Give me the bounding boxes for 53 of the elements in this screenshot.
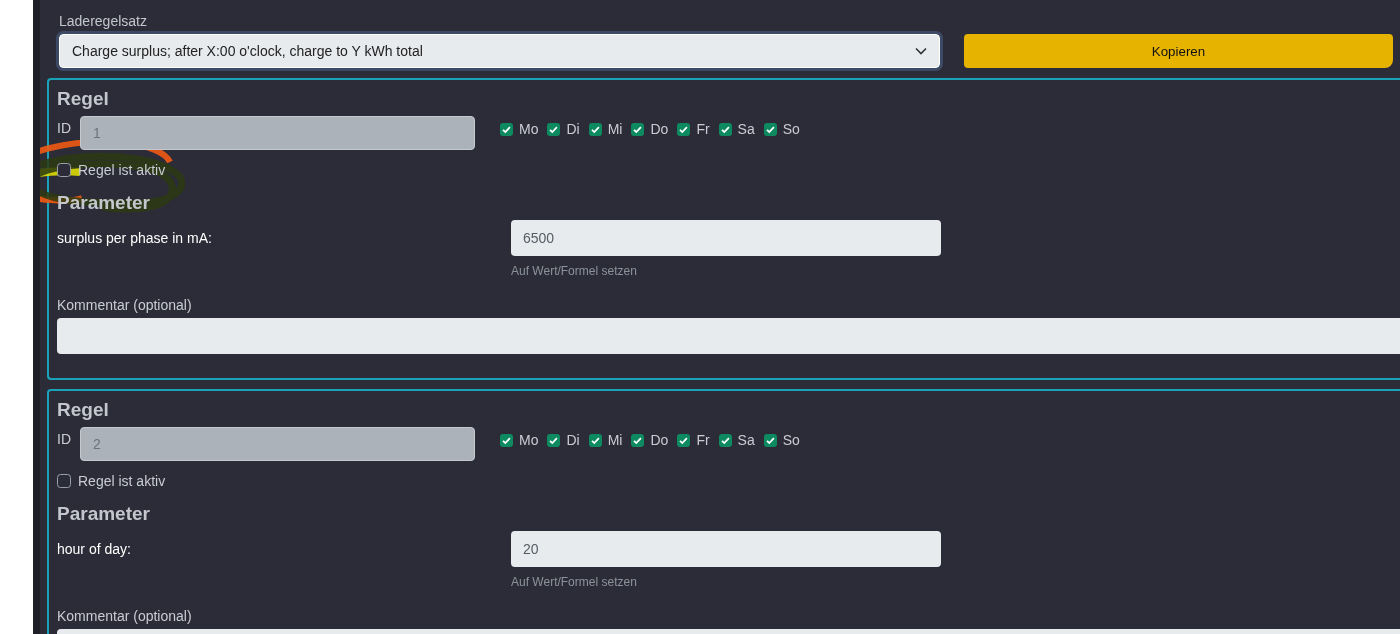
checkbox[interactable] bbox=[57, 163, 71, 177]
id-label: ID bbox=[57, 431, 72, 447]
chevron-icon bbox=[915, 47, 927, 55]
copy-button[interactable]: Kopieren bbox=[964, 34, 1393, 68]
active-label: Regel ist aktiv bbox=[78, 162, 166, 178]
checkbox[interactable] bbox=[677, 433, 691, 447]
parameter-field[interactable]: 20 bbox=[511, 531, 941, 567]
hint-link[interactable]: Auf Wert/Formel setzen bbox=[511, 575, 637, 589]
parameter-label: surplus per phase in mA: bbox=[57, 230, 213, 246]
day-label: Do bbox=[650, 432, 669, 448]
day-label: Mo bbox=[519, 121, 539, 137]
day-label: Mo bbox=[519, 432, 539, 448]
day-label: Mi bbox=[607, 121, 623, 137]
checkbox[interactable] bbox=[763, 122, 777, 136]
rule-heading: Regel bbox=[57, 88, 109, 110]
checkbox[interactable] bbox=[718, 122, 732, 136]
day-label: Sa bbox=[737, 121, 755, 137]
comment-field[interactable] bbox=[57, 318, 1400, 354]
rule-heading: Regel bbox=[57, 399, 109, 421]
day-label: So bbox=[782, 121, 800, 137]
day-label: Di bbox=[566, 432, 580, 448]
day-label: Fr bbox=[696, 121, 710, 137]
id-label: ID bbox=[57, 120, 72, 136]
checkbox[interactable] bbox=[588, 122, 602, 136]
checkbox[interactable] bbox=[718, 433, 732, 447]
active-label: Regel ist aktiv bbox=[78, 473, 166, 489]
parameter-heading: Parameter bbox=[57, 503, 150, 525]
parameter-label: hour of day: bbox=[57, 541, 132, 557]
parameter-field[interactable]: 6500 bbox=[511, 220, 941, 256]
comment-label: Kommentar (optional) bbox=[57, 608, 192, 624]
checkbox[interactable] bbox=[763, 433, 777, 447]
day-label: Di bbox=[566, 121, 580, 137]
hint-link[interactable]: Auf Wert/Formel setzen bbox=[511, 264, 637, 278]
checkbox[interactable] bbox=[547, 433, 561, 447]
checkbox[interactable] bbox=[588, 433, 602, 447]
checkbox[interactable] bbox=[500, 433, 513, 447]
day-label: Fr bbox=[696, 432, 710, 448]
ruleset-label: Laderegelsatz bbox=[59, 13, 147, 29]
parameter-heading: Parameter bbox=[57, 192, 150, 214]
checkbox[interactable] bbox=[500, 122, 513, 136]
day-label: Mi bbox=[607, 432, 623, 448]
day-label: Do bbox=[650, 121, 669, 137]
checkbox[interactable] bbox=[631, 122, 645, 136]
ruleset-select[interactable]: Charge surplus; after X:00 o'clock, charge to Y kWh total bbox=[59, 34, 940, 68]
day-label: So bbox=[782, 432, 800, 448]
checkbox[interactable] bbox=[57, 474, 71, 488]
comment-label: Kommentar (optional) bbox=[57, 297, 192, 313]
id-field: 2 bbox=[80, 427, 475, 461]
checkbox[interactable] bbox=[631, 433, 645, 447]
checkbox[interactable] bbox=[677, 122, 691, 136]
day-label: Sa bbox=[737, 432, 755, 448]
id-field: 1 bbox=[80, 116, 475, 150]
checkbox[interactable] bbox=[547, 122, 561, 136]
